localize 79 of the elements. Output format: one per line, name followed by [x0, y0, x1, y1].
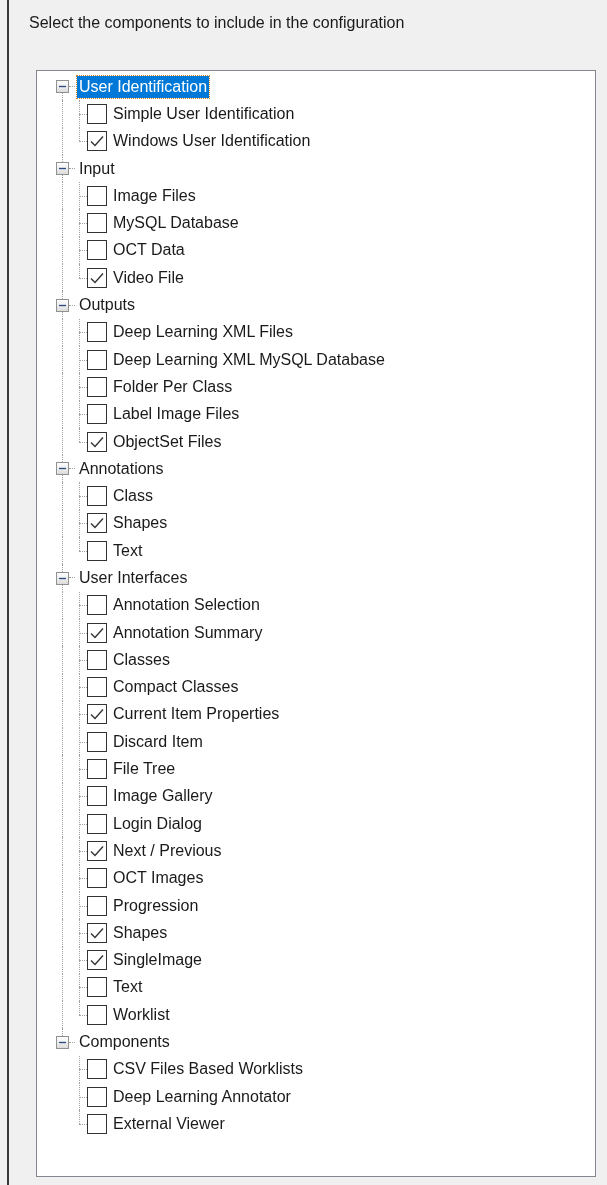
tree-item-label[interactable]: File Tree — [113, 760, 176, 779]
checkbox[interactable] — [87, 895, 107, 916]
tree-item-label[interactable]: Worklist — [113, 1005, 170, 1024]
checkbox[interactable] — [87, 431, 107, 452]
tree-group-label[interactable]: Outputs — [77, 294, 138, 316]
tree-item-label[interactable]: Annotation Selection — [113, 596, 260, 615]
tree-item-label[interactable]: Image Files — [113, 186, 196, 205]
tree-item-label[interactable]: Current Item Properties — [113, 705, 280, 724]
checkbox[interactable] — [87, 922, 107, 943]
tree-item-label[interactable]: Label Image Files — [113, 405, 240, 424]
checkbox[interactable] — [87, 404, 107, 425]
collapse-icon[interactable] — [55, 462, 69, 476]
checkbox[interactable] — [87, 349, 107, 370]
tree-group-label[interactable]: Input — [77, 157, 117, 180]
checkbox[interactable] — [87, 950, 107, 971]
checkbox[interactable] — [87, 649, 107, 670]
checkbox[interactable] — [87, 1059, 107, 1080]
checkbox[interactable] — [87, 1113, 107, 1134]
checkbox[interactable] — [87, 267, 107, 288]
checkbox[interactable] — [87, 322, 107, 343]
tree-item-label[interactable]: Class — [113, 487, 153, 506]
tree-item-label[interactable]: Deep Learning Annotator — [113, 1087, 291, 1106]
tree-item-label[interactable]: Deep Learning XML Files — [113, 323, 293, 342]
tree-group-label[interactable]: User Identification — [77, 75, 210, 98]
tree-item-label[interactable]: Annotation Summary — [113, 623, 263, 642]
collapse-icon[interactable] — [55, 80, 69, 94]
tree-item-label[interactable]: Deep Learning XML MySQL Database — [113, 350, 385, 369]
collapse-icon[interactable] — [55, 571, 69, 585]
tree-item-label[interactable]: Progression — [113, 896, 199, 915]
checkbox[interactable] — [87, 240, 107, 261]
tree-item-label[interactable]: Shapes — [113, 923, 168, 942]
checkbox[interactable] — [87, 540, 107, 561]
checkbox[interactable] — [87, 376, 107, 397]
tree-group-label[interactable]: User Interfaces — [77, 567, 190, 589]
tree-item-label[interactable]: Text — [113, 541, 143, 560]
checkbox[interactable] — [87, 131, 107, 152]
tree-item-label[interactable]: Login Dialog — [113, 814, 202, 833]
tree-group-label[interactable]: Annotations — [77, 457, 166, 480]
checkbox[interactable] — [87, 622, 107, 643]
tree-item-label[interactable]: Classes — [113, 650, 170, 669]
checkbox[interactable] — [87, 103, 107, 124]
tree-item-label[interactable]: Text — [113, 978, 143, 997]
tree-item-label[interactable]: External Viewer — [113, 1114, 225, 1133]
tree-item-label[interactable]: Folder Per Class — [113, 377, 233, 396]
checkbox[interactable] — [87, 786, 107, 807]
tree-item-label[interactable]: Discard Item — [113, 732, 203, 751]
checkbox[interactable] — [87, 813, 107, 834]
checkbox[interactable] — [87, 1086, 107, 1107]
checkbox[interactable] — [87, 704, 107, 725]
checkbox[interactable] — [87, 185, 107, 206]
collapse-icon[interactable] — [55, 162, 69, 176]
instruction-text: Select the components to include in the configuration — [29, 13, 406, 33]
tree-item-label[interactable]: OCT Data — [113, 241, 185, 260]
tree-item-label[interactable]: Image Gallery — [113, 787, 213, 806]
tree-item-label[interactable]: OCT Images — [113, 869, 204, 888]
tree-item-label[interactable]: Compact Classes — [113, 678, 239, 697]
tree-item-label[interactable]: Video File — [113, 268, 184, 287]
tree-item-label[interactable]: Next / Previous — [113, 841, 222, 860]
tree-item-label[interactable]: Shapes — [113, 514, 168, 533]
checkbox[interactable] — [87, 1004, 107, 1025]
checkbox[interactable] — [87, 677, 107, 698]
checkbox[interactable] — [87, 731, 107, 752]
checkbox[interactable] — [87, 513, 107, 534]
checkbox[interactable] — [87, 840, 107, 861]
tree-item-label[interactable]: ObjectSet Files — [113, 432, 222, 451]
checkbox[interactable] — [87, 977, 107, 998]
collapse-icon[interactable] — [55, 298, 69, 312]
tree-item-label[interactable]: Windows User Identification — [113, 132, 311, 151]
collapse-icon[interactable] — [55, 1035, 69, 1049]
tree-item-label[interactable]: Simple User Identification — [113, 104, 295, 123]
tree-group-label[interactable]: Components — [77, 1031, 172, 1054]
checkbox[interactable] — [87, 213, 107, 234]
checkbox[interactable] — [87, 759, 107, 780]
checkbox[interactable] — [87, 486, 107, 507]
checkbox[interactable] — [87, 595, 107, 616]
checkbox[interactable] — [87, 868, 107, 889]
tree-item-label[interactable]: MySQL Database — [113, 214, 239, 233]
tree-item-label[interactable]: CSV Files Based Worklists — [113, 1060, 303, 1079]
tree-item-label[interactable]: SingleImage — [113, 951, 202, 970]
